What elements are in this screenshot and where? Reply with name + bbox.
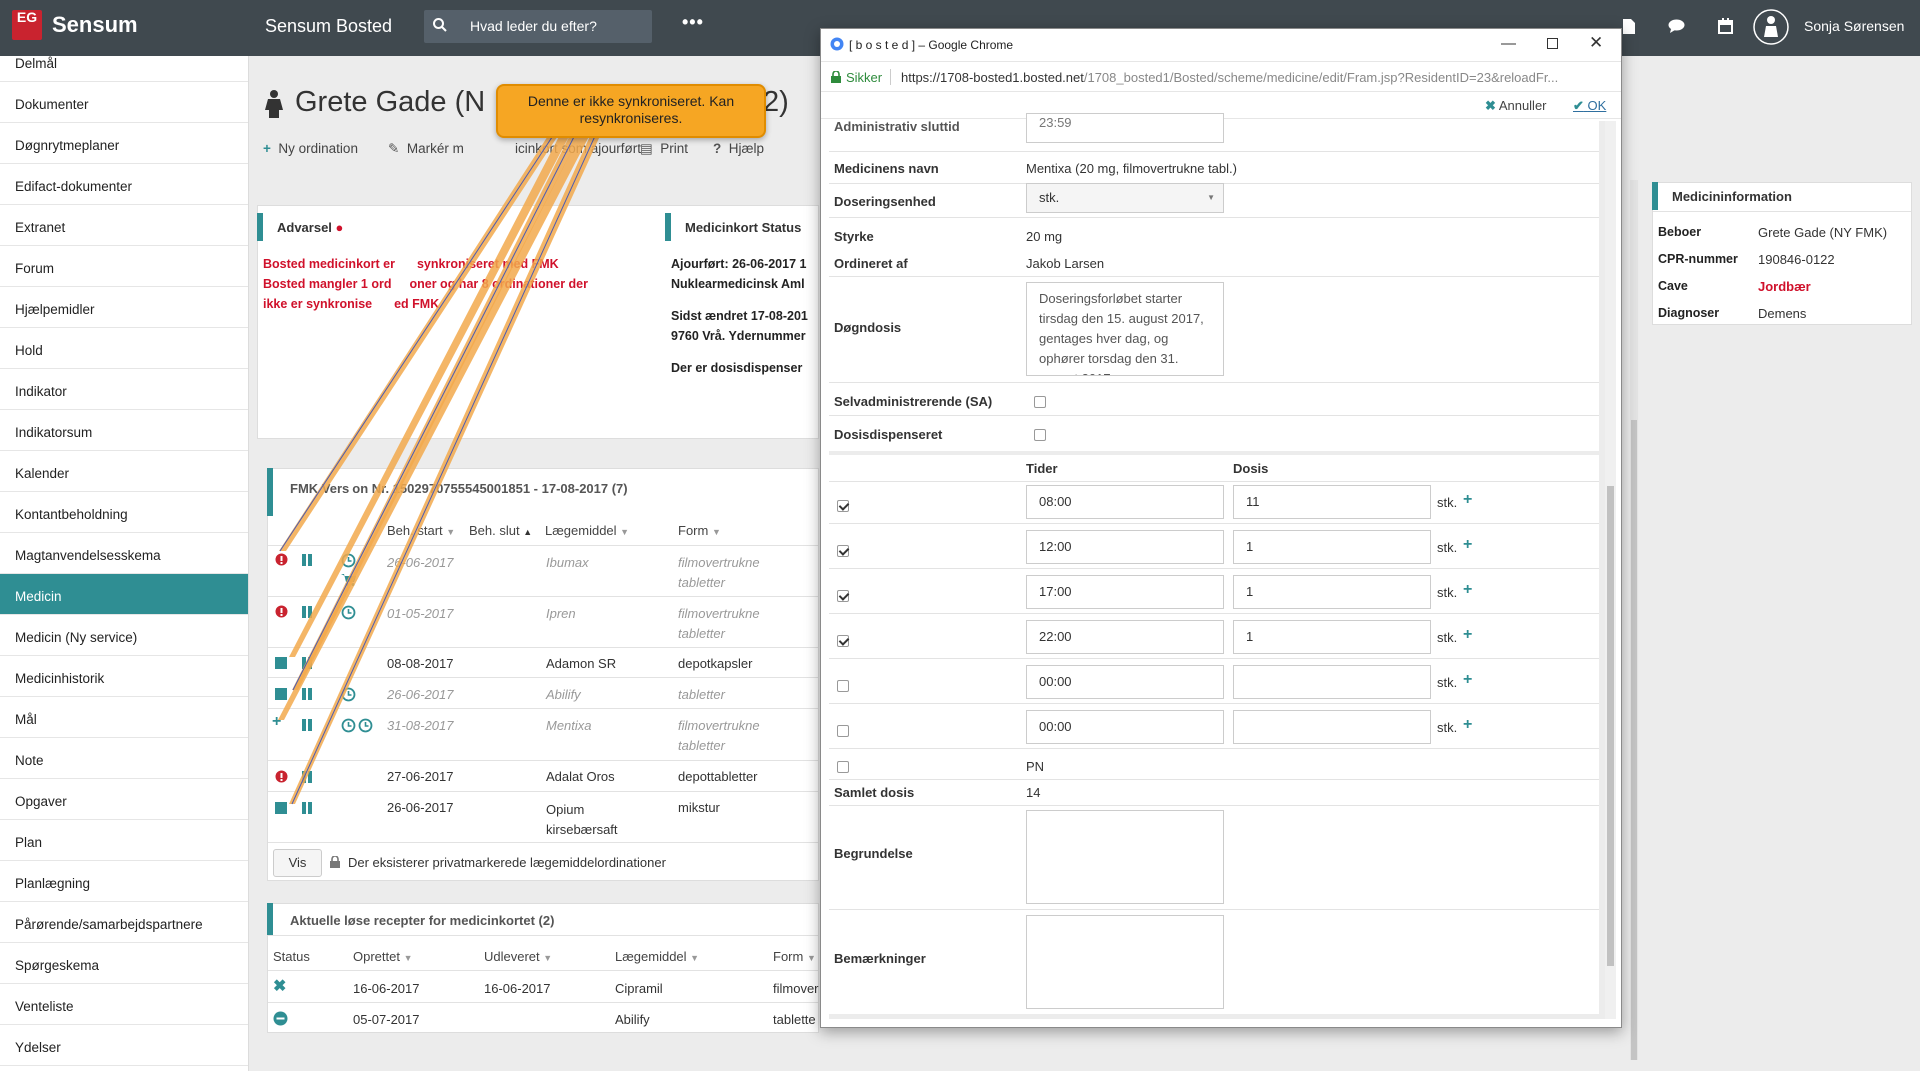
popup-url[interactable]: https://1708-bosted1.bosted.net/1708_bos… [901, 70, 1558, 85]
dose-input[interactable] [1233, 665, 1431, 699]
time-input[interactable]: 08:00 [1026, 485, 1224, 519]
time-input[interactable]: 00:00 [1026, 665, 1224, 699]
unit-text: stk. [1437, 675, 1458, 690]
schedule-checkbox[interactable] [837, 545, 849, 557]
dose-input[interactable] [1233, 710, 1431, 744]
unit-label: Doseringsenhed [834, 194, 936, 209]
cancel-button[interactable]: ✖ Annuller [1485, 98, 1547, 114]
daily-dose-textarea[interactable]: Doseringsforløbet starter tirsdag den 15… [1026, 282, 1224, 376]
add-dose-icon[interactable]: + [1463, 491, 1472, 509]
minimize-icon[interactable]: — [1501, 35, 1516, 52]
admin-end-label: Administrativ sluttid [834, 119, 960, 134]
time-input[interactable]: 17:00 [1026, 575, 1224, 609]
popup-titlebar[interactable]: [ b o s t e d ] – Google Chrome — ✕ [821, 29, 1621, 61]
add-dose-icon[interactable]: + [1463, 626, 1472, 644]
schedule-checkbox[interactable] [837, 680, 849, 692]
unit-select[interactable]: stk. ▼ [1026, 183, 1224, 213]
reason-label: Begrundelse [834, 846, 913, 861]
unit-text: stk. [1437, 495, 1458, 510]
add-dose-icon[interactable]: + [1463, 536, 1472, 554]
ok-button[interactable]: ✔ OK [1573, 98, 1606, 114]
add-dose-icon[interactable]: + [1463, 716, 1472, 734]
times-header: Tider [1026, 461, 1058, 476]
remarks-label: Bemærkninger [834, 951, 926, 966]
dd-label: Dosisdispenseret [834, 427, 943, 442]
name-label: Medicinens navn [834, 161, 939, 176]
dose-header: Dosis [1233, 461, 1269, 476]
daily-dose-label: Døgndosis [834, 320, 902, 335]
time-input[interactable]: 12:00 [1026, 530, 1224, 564]
total-dose-label: Samlet dosis [834, 785, 915, 800]
schedule-checkbox[interactable] [837, 635, 849, 647]
lock-icon [831, 71, 841, 83]
close-icon[interactable]: ✕ [1589, 33, 1603, 53]
unit-text: stk. [1437, 585, 1458, 600]
unit-text: stk. [1437, 630, 1458, 645]
remarks-textarea[interactable] [1026, 915, 1224, 1009]
popup-address-bar[interactable]: Sikker https://1708-bosted1.bosted.net/1… [821, 61, 1621, 91]
ordered-value: Jakob Larsen [1026, 256, 1105, 271]
admin-end-input[interactable]: 23:59 [1026, 113, 1224, 143]
total-dose-value: 14 [1026, 785, 1041, 800]
dose-input[interactable]: 1 [1233, 530, 1431, 564]
pn-checkbox[interactable] [837, 761, 849, 773]
strength-value: 20 mg [1026, 229, 1063, 244]
strength-label: Styrke [834, 229, 874, 244]
medicine-edit-form: Administrativ sluttid 23:59 Medicinens n… [829, 113, 1599, 1014]
schedule-checkbox[interactable] [837, 590, 849, 602]
sa-label: Selvadministrerende (SA) [834, 394, 993, 409]
sync-tooltip: Denne er ikke synkroniseret. Kan resynkr… [496, 84, 766, 138]
name-value: Mentixa (20 mg, filmovertrukne tabl.) [1026, 161, 1237, 176]
chrome-popup-window: [ b o s t e d ] – Google Chrome — ✕ Sikk… [820, 28, 1622, 1028]
add-dose-icon[interactable]: + [1463, 671, 1472, 689]
reason-textarea[interactable] [1026, 810, 1224, 904]
dd-checkbox[interactable] [1034, 429, 1046, 441]
dose-input[interactable]: 11 [1233, 485, 1431, 519]
ordered-label: Ordineret af [834, 256, 908, 271]
schedule-checkbox[interactable] [837, 500, 849, 512]
dose-input[interactable]: 1 [1233, 575, 1431, 609]
time-input[interactable]: 00:00 [1026, 710, 1224, 744]
unit-text: stk. [1437, 540, 1458, 555]
popup-scrollbar-thumb[interactable] [1607, 486, 1614, 966]
popup-body: Administrativ sluttid 23:59 Medicinens n… [829, 113, 1616, 1019]
popup-title: [ b o s t e d ] – Google Chrome [849, 38, 1014, 52]
add-dose-icon[interactable]: + [1463, 581, 1472, 599]
pn-label: PN [1026, 759, 1045, 774]
time-input[interactable]: 22:00 [1026, 620, 1224, 654]
maximize-icon[interactable] [1547, 38, 1558, 49]
unit-text: stk. [1437, 720, 1458, 735]
secure-label: Sikker [846, 70, 883, 85]
schedule-checkbox[interactable] [837, 725, 849, 737]
sa-checkbox[interactable] [1034, 396, 1046, 408]
chrome-icon [830, 37, 844, 51]
dose-input[interactable]: 1 [1233, 620, 1431, 654]
